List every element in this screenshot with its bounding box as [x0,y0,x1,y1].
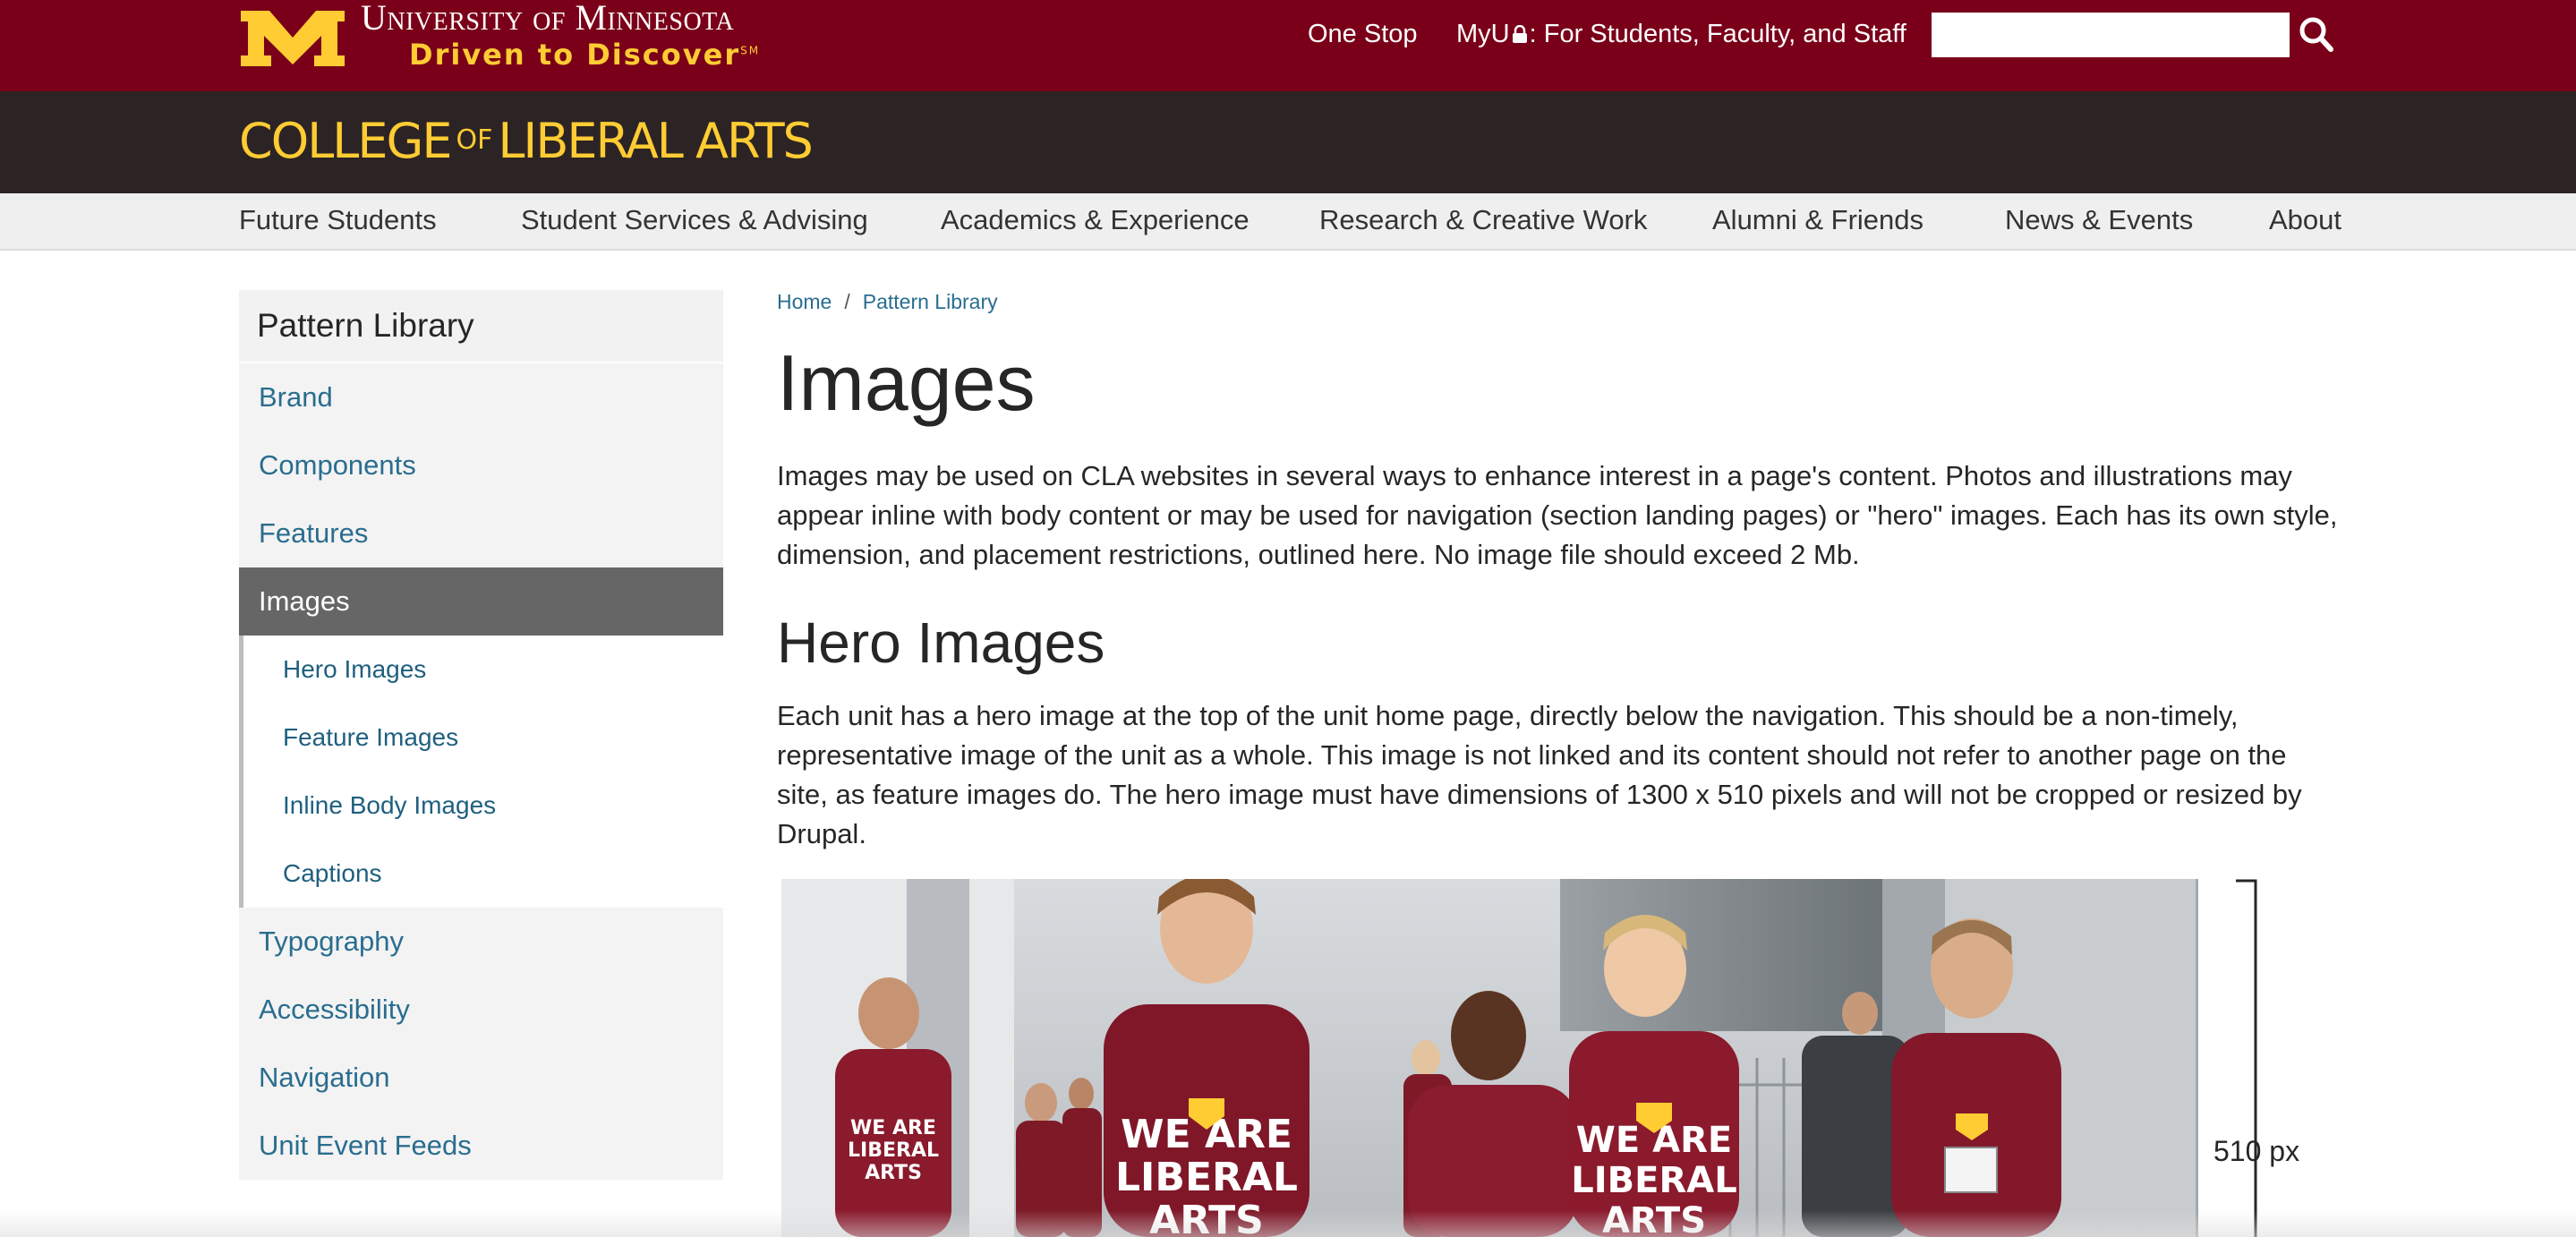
sidebar-title: Pattern Library [239,290,723,363]
shirt-text-line: LIBERAL [1571,1160,1736,1201]
one-stop-link[interactable]: One Stop [1308,20,1418,49]
nav-alumni[interactable]: Alumni & Friends [1712,204,1923,236]
sidebar-item-accessibility[interactable]: Accessibility [239,976,723,1044]
block-m-logo [241,11,345,66]
search-icon [2299,17,2333,52]
sidebar-item-brand[interactable]: Brand [239,363,723,431]
tagline-text: Driven to Discover [409,38,741,72]
myu-link[interactable]: MyU : For Students, Faculty, and Staff [1456,20,1906,49]
search-button[interactable] [2297,13,2336,57]
sidebar-item-typography[interactable]: Typography [239,908,723,976]
breadcrumb-separator: / [844,290,850,313]
myu-prefix: MyU [1456,20,1510,48]
sidebar-subitem-captions[interactable]: Captions [239,840,723,908]
shirt-text-line: ARTS [865,1162,922,1184]
sidebar-subitem-feature-images[interactable]: Feature Images [239,704,723,772]
page-title: Images [777,338,1036,427]
university-header: University of Minnesota Driven to Discov… [0,0,2576,91]
dimension-label: 510 px [2213,1135,2300,1167]
nav-research[interactable]: Research & Creative Work [1319,204,1647,236]
nav-news-events[interactable]: News & Events [2005,204,2193,236]
university-name: University of Minnesota [361,0,735,38]
breadcrumb-pattern-library[interactable]: Pattern Library [863,290,998,313]
shirt-text-line: WE ARE [850,1117,936,1139]
myu-suffix: : For Students, Faculty, and Staff [1529,20,1906,48]
hero-example-image: WE ARE LIBERAL ARTS WE ARE LIBERAL ARTS … [781,879,2198,1237]
sidebar-subitem-hero-images[interactable]: Hero Images [239,636,723,704]
sidebar-item-unit-event-feeds[interactable]: Unit Event Feeds [239,1112,723,1180]
college-word: COLLEGE [239,113,452,169]
main-nav: Future Students Student Services & Advis… [0,193,2576,251]
service-mark: SM [740,44,761,57]
college-of: OF [456,124,493,156]
nav-future-students[interactable]: Future Students [239,204,437,236]
search-input[interactable] [1932,13,2290,57]
sidebar: Pattern Library Brand Components Feature… [239,290,723,1180]
shirt-text-line: LIBERAL [1115,1155,1298,1200]
hero-images-heading: Hero Images [777,610,1105,675]
university-tagline: Driven to DiscoverSM [409,38,760,72]
nav-academics[interactable]: Academics & Experience [941,204,1250,236]
shirt-text-line: ARTS [1602,1200,1706,1237]
sidebar-item-navigation[interactable]: Navigation [239,1044,723,1112]
nav-about[interactable]: About [2269,204,2341,236]
shirt-text-line: LIBERAL [848,1139,939,1162]
intro-paragraph: Images may be used on CLA websites in se… [777,460,2338,570]
sidebar-item-components[interactable]: Components [239,431,723,499]
hero-images-paragraph: Each unit has a hero image at the top of… [777,700,2302,849]
breadcrumb-home[interactable]: Home [777,290,832,313]
shirt-text-line: ARTS [1149,1198,1264,1237]
lock-icon [1512,25,1527,43]
sidebar-subitem-inline-body-images[interactable]: Inline Body Images [239,772,723,840]
breadcrumb: Home / Pattern Library [777,290,998,314]
college-logo[interactable]: COLLEGE OF LIBERAL ARTS [239,113,814,169]
college-liberal-arts: LIBERAL ARTS [498,113,813,169]
hero-photo-illustration: WE ARE LIBERAL ARTS WE ARE LIBERAL ARTS … [781,879,2198,1237]
sidebar-item-features[interactable]: Features [239,499,723,567]
nav-student-services[interactable]: Student Services & Advising [521,204,868,236]
dimension-bracket [2236,879,2257,1237]
college-bar: COLLEGE OF LIBERAL ARTS [0,91,2576,193]
sidebar-item-images[interactable]: Images [239,567,723,636]
